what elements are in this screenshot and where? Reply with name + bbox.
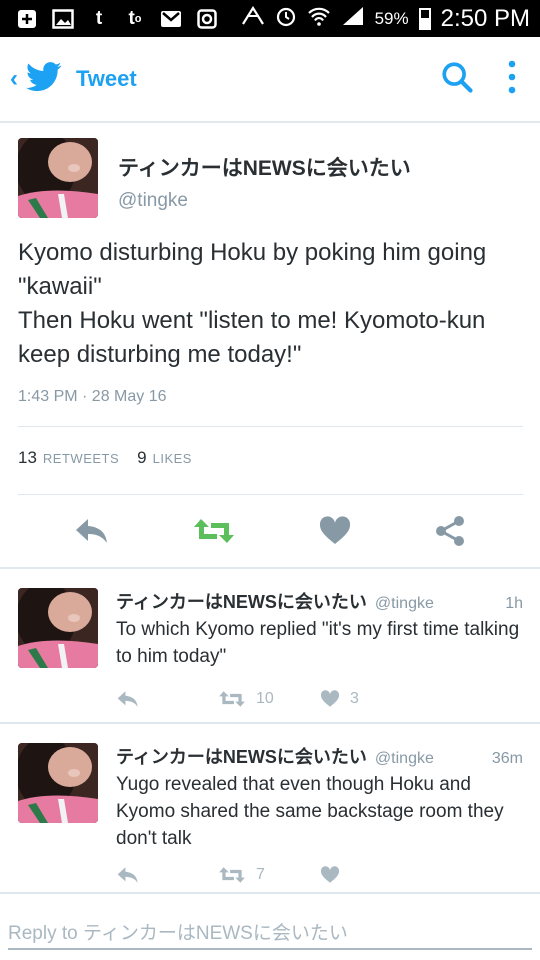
reply-icon[interactable] (74, 517, 110, 550)
like-button[interactable] (320, 866, 340, 884)
tweet-text-line: Then Hoku went "listen to me! Kyomoto-ku… (18, 307, 486, 368)
app-bar: ‹ Tweet (0, 37, 540, 123)
twitter-bird-icon[interactable] (26, 61, 62, 97)
retweet-count: 10 (256, 690, 274, 707)
reply-text: Yugo revealed that even though Hoku and … (116, 774, 504, 849)
avatar[interactable] (18, 588, 98, 668)
divider (0, 567, 540, 569)
like-count: 3 (350, 690, 359, 707)
like-button[interactable]: 3 (320, 690, 359, 708)
reply-target: ティンカーはNEWSに会いたい (82, 923, 348, 944)
signal-icon (341, 5, 365, 32)
author-handle[interactable]: @tingke (118, 190, 411, 212)
page-title: Tweet (76, 66, 137, 91)
like-icon (320, 690, 340, 707)
battery-percent: 59% (374, 8, 409, 28)
tweet-text: Kyomo disturbing Hoku by poking him goin… (18, 236, 523, 372)
twitter-t-icon: t (95, 7, 103, 29)
reply-tweet[interactable]: ティンカーはNEWSに会いたい @tingke 1h To which Kyom… (18, 588, 523, 708)
retweet-icon (219, 691, 245, 707)
retweet-icon[interactable] (193, 517, 235, 550)
retweets-stat[interactable]: 13 RETWEETS (18, 448, 119, 468)
tweet-timestamp: 1:43 PM · 28 May 16 (18, 388, 167, 405)
reply-author-name[interactable]: ティンカーはNEWSに会いたい (116, 588, 367, 614)
author-name[interactable]: ティンカーはNEWSに会いたい (118, 152, 411, 182)
instagram-icon (196, 8, 218, 29)
reply-time: 1h (505, 595, 523, 612)
nfc-icon (241, 5, 265, 31)
divider (18, 426, 523, 427)
divider (18, 494, 523, 495)
retweet-icon (219, 867, 245, 883)
tweet-stats: 13 RETWEETS 9 LIKES (18, 448, 192, 468)
retweets-count: 13 (18, 448, 37, 467)
divider (0, 722, 540, 724)
reply-input[interactable]: Reply to ティンカーはNEWSに会いたい (8, 910, 532, 950)
twitter-notify-icon: to (128, 7, 142, 29)
avatar[interactable] (18, 138, 98, 218)
wifi-icon (307, 6, 331, 31)
status-bar: t to 59% 2:50 PM (0, 0, 540, 37)
search-icon[interactable] (440, 60, 474, 99)
reply-time: 36m (491, 750, 523, 767)
retweet-button[interactable]: 7 (218, 866, 320, 884)
image-icon (52, 8, 74, 29)
more-options-icon[interactable] (508, 60, 516, 99)
reply-author-name[interactable]: ティンカーはNEWSに会いたい (116, 743, 367, 769)
tweet-actions (0, 500, 540, 566)
reply-author-handle[interactable]: @tingke (375, 750, 434, 768)
likes-label: LIKES (152, 451, 192, 466)
like-icon[interactable] (319, 515, 351, 551)
reply-prefix: Reply to (8, 923, 78, 944)
reply-text: To which Kyomo replied "it's my first ti… (116, 619, 520, 667)
alarm-icon (275, 5, 297, 32)
reply-icon[interactable] (116, 690, 218, 708)
reply-author-handle[interactable]: @tingke (375, 595, 434, 613)
avatar[interactable] (18, 743, 98, 823)
share-icon[interactable] (434, 515, 466, 552)
reply-tweet[interactable]: ティンカーはNEWSに会いたい @tingke 36m Yugo reveale… (18, 743, 523, 884)
likes-count: 9 (137, 448, 147, 467)
back-chevron-icon[interactable]: ‹ (10, 65, 18, 93)
retweet-button[interactable]: 10 (218, 690, 320, 708)
plus-box-icon (16, 9, 38, 29)
reply-icon[interactable] (116, 866, 218, 884)
clock: 2:50 PM (440, 4, 530, 32)
battery-icon (418, 7, 431, 30)
likes-stat[interactable]: 9 LIKES (137, 448, 192, 468)
retweets-label: RETWEETS (42, 451, 120, 466)
main-tweet: ティンカーはNEWSに会いたい @tingke Kyomo disturbing… (18, 138, 523, 406)
retweet-count: 7 (256, 866, 265, 883)
tweet-text-line: Kyomo disturbing Hoku by poking him goin… (18, 239, 487, 300)
divider (0, 892, 540, 894)
gmail-icon (160, 9, 182, 29)
like-icon (320, 866, 340, 883)
